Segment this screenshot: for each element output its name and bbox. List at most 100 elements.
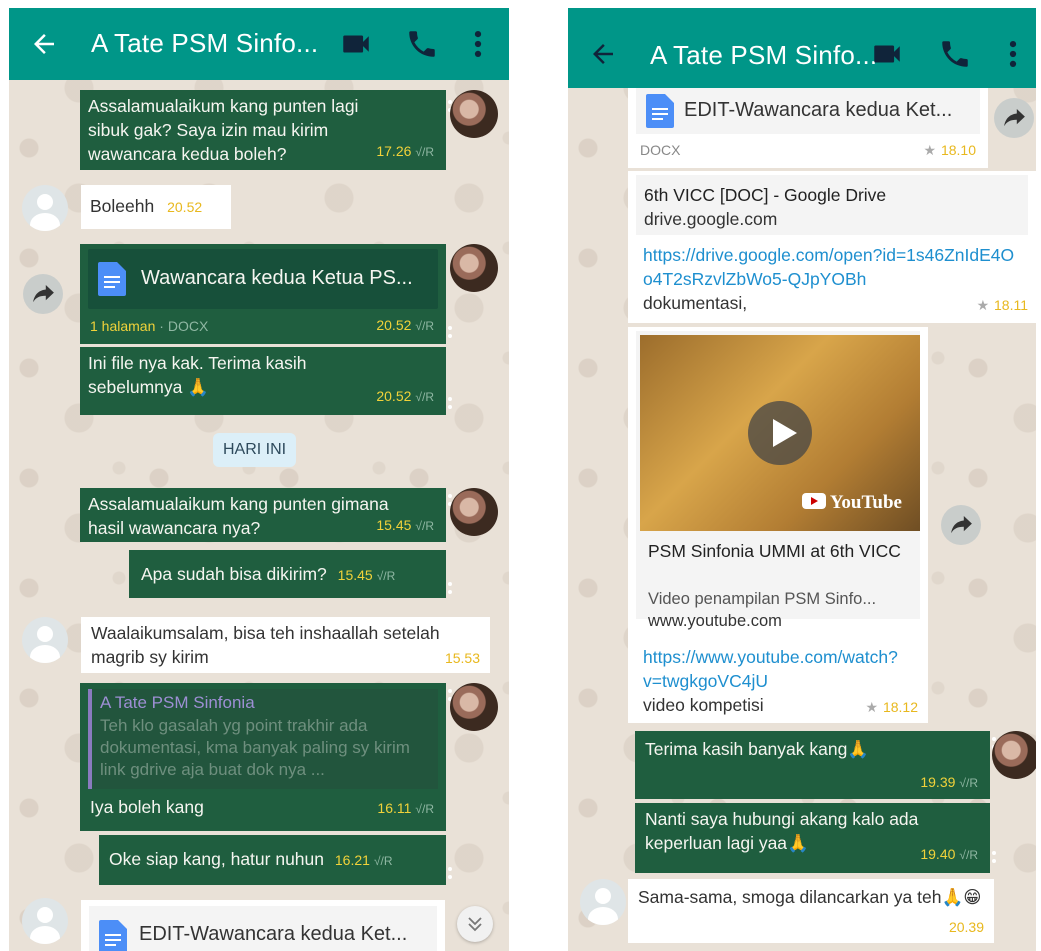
star-icon: ★ [976,297,990,313]
link-preview[interactable]: YouTube PSM Sinfonia UMMI at 6th VICC Vi… [636,331,920,630]
bubble-dots [448,867,452,883]
message-caption: video kompetisi [643,695,764,715]
phone-icon[interactable] [938,37,972,71]
star-icon: ★ [923,142,937,158]
avatar[interactable] [450,90,498,138]
document-name: EDIT-Wawancara kedua Ket... [684,99,953,121]
avatar[interactable] [450,488,498,536]
outgoing-message[interactable]: Assalamualaikum kang punten gimana hasil… [80,488,452,542]
document-card[interactable]: EDIT-Wawancara kedua Ket... [89,906,437,951]
outgoing-message[interactable]: Terima kasih banyak kang🙏 19.39 √/R [635,731,996,799]
chat-title[interactable]: A Tate PSM Sinfo... [650,40,877,71]
bubble-dots [992,851,996,867]
read-status: √/R [415,390,434,404]
back-arrow-icon[interactable] [29,29,59,59]
outgoing-message[interactable]: Nanti saya hubungi akang kalo ada keperl… [635,803,996,873]
video-call-icon[interactable] [339,27,373,61]
incoming-video-link-message[interactable]: YouTube PSM Sinfonia UMMI at 6th VICC Vi… [628,327,928,723]
message-text: Assalamualaikum kang punten lagi sibuk g… [88,96,359,164]
avatar[interactable] [450,244,498,292]
outgoing-reply-message[interactable]: A Tate PSM Sinfonia Teh klo gasalah yg p… [80,683,452,831]
back-arrow-icon[interactable] [588,39,618,69]
outgoing-message[interactable]: Apa sudah bisa dikirim? 15.45 √/R [129,550,452,598]
message-text: Ini file nya kak. Terima kasih sebelumny… [88,353,307,397]
document-name: EDIT-Wawancara kedua Ket... [139,923,408,945]
more-vert-icon[interactable] [996,37,1030,71]
link-preview[interactable]: 6th VICC [DOC] - Google Drive drive.goog… [636,175,1028,235]
incoming-document-message[interactable]: EDIT-Wawancara kedua Ket... [81,900,445,951]
message-caption: dokumentasi, [643,293,748,313]
forward-button[interactable] [994,98,1034,138]
message-time: 18.11 [994,297,1028,313]
avatar[interactable] [22,898,68,944]
read-status: √/R [415,802,434,816]
avatar[interactable] [22,617,68,663]
youtube-badge: YouTube [801,491,902,515]
incoming-message[interactable]: Boleehh 20.52 [81,185,231,229]
preview-description: Video penampilan PSM Sinfo... [648,590,877,608]
message-time: 17.26 [376,143,412,159]
play-button[interactable] [748,401,812,465]
bubble-dots [448,326,452,342]
read-status: √/R [376,569,396,583]
message-text: Boleehh [90,196,155,216]
scroll-down-button[interactable] [457,906,493,942]
play-icon [773,419,797,447]
scroll-down-icon [468,917,482,932]
bubble-dots [448,582,452,598]
avatar[interactable] [992,731,1036,779]
document-name: Wawancara kedua Ketua PS... [141,267,413,289]
outgoing-message[interactable]: Oke siap kang, hatur nuhun 16.21 √/R [99,835,452,885]
more-vert-icon[interactable] [461,27,495,61]
message-time: 16.21 [334,852,370,868]
video-call-icon[interactable] [870,37,904,71]
avatar[interactable] [580,879,626,925]
message-text: Waalaikumsalam, bisa teh inshaallah sete… [91,623,440,667]
link-url[interactable]: https://www.youtube.com/watch?v=twgkgoVC… [643,645,903,693]
bubble-dots [448,397,452,413]
avatar[interactable] [450,683,498,731]
incoming-message[interactable]: Sama-sama, smoga dilancarkan ya teh🙏😁 20… [628,879,994,943]
message-text: Apa sudah bisa dikirim? [141,564,327,584]
avatar[interactable] [22,185,68,231]
message-text: Sama-sama, smoga dilancarkan ya teh🙏😁 [638,887,982,907]
message-time: 18.12 [882,699,918,715]
document-type: · DOCX [159,318,209,334]
video-thumbnail[interactable]: YouTube [640,335,920,531]
quoted-text: Teh klo gasalah yg point trakhir ada dok… [100,716,410,779]
message-time: 16.11 [377,800,412,816]
preview-domain: drive.google.com [644,209,778,229]
youtube-label: YouTube [829,492,902,513]
message-time: 19.39 [920,774,956,790]
read-status: √/R [415,519,434,533]
app-bar: A Tate PSM Sinfo... [9,8,509,80]
forward-icon [1004,109,1025,127]
message-time: 18.10 [940,142,976,158]
read-status: √/R [373,854,393,868]
chat-title[interactable]: A Tate PSM Sinfo... [91,28,318,59]
forward-icon [951,516,972,534]
quoted-author: A Tate PSM Sinfonia [100,693,255,712]
document-type: DOCX [640,142,681,158]
outgoing-document-message[interactable]: Wawancara kedua Ketua PS... 1 halaman · … [80,244,452,344]
quoted-message[interactable]: A Tate PSM Sinfonia Teh klo gasalah yg p… [88,689,438,789]
phone-icon[interactable] [405,27,439,61]
incoming-message[interactable]: Waalaikumsalam, bisa teh inshaallah sete… [81,617,490,673]
document-card[interactable]: Wawancara kedua Ketua PS... [88,249,438,309]
forward-button[interactable] [941,505,981,545]
message-text: Nanti saya hubungi akang kalo ada keperl… [645,809,919,853]
outgoing-message[interactable]: Ini file nya kak. Terima kasih sebelumny… [80,347,452,415]
date-divider: HARI INI [213,433,297,467]
preview-title: 6th VICC [DOC] - Google Drive [644,185,887,205]
document-pages: 1 halaman [90,318,156,334]
incoming-link-message[interactable]: 6th VICC [DOC] - Google Drive drive.goog… [628,171,1036,323]
incoming-document-message[interactable]: EDIT-Wawancara kedua Ket... DOCX ★ 18.10 [628,88,988,168]
link-url[interactable]: https://drive.google.com/open?id=1s46ZnI… [643,243,1023,291]
left-chat-screen: A Tate PSM Sinfo... Assalamualaikum kang… [9,8,509,951]
doc-icon [98,262,126,296]
message-time: 20.52 [376,317,412,333]
forward-button[interactable] [23,274,63,314]
document-card[interactable]: EDIT-Wawancara kedua Ket... [636,88,980,134]
message-time: 20.52 [167,199,203,215]
outgoing-message[interactable]: Assalamualaikum kang punten lagi sibuk g… [80,90,452,170]
